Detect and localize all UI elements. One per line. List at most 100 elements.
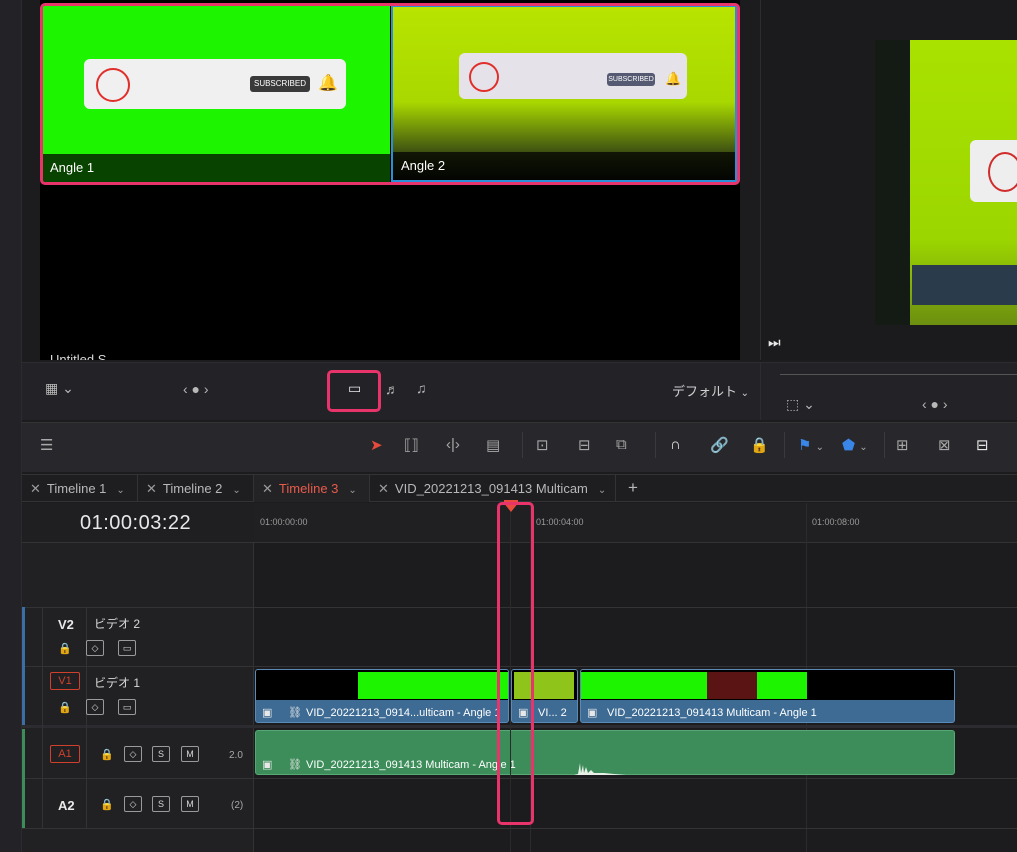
- chevron-down-icon[interactable]: ⌄: [116, 485, 124, 496]
- lock-icon[interactable]: 🔒: [100, 798, 114, 811]
- multicam-icon: ▣: [587, 707, 598, 719]
- clip-thumbnail: [358, 672, 508, 699]
- mute-button[interactable]: M: [181, 796, 199, 812]
- tab-label: Timeline 1: [46, 481, 107, 496]
- auto-select-icon[interactable]: ◇: [124, 796, 142, 812]
- transform-icon[interactable]: ⬚ ⌄: [786, 396, 815, 413]
- clip-thumbnail: [581, 672, 707, 699]
- angles-highlight: [40, 3, 740, 185]
- chevron-down-icon[interactable]: ⌄: [348, 485, 356, 496]
- video-mode-highlight: [327, 370, 381, 412]
- timeline-viewer-circle: [988, 152, 1017, 192]
- timeline-view-options-icon[interactable]: ☰: [40, 436, 53, 454]
- close-icon[interactable]: ✕: [262, 481, 273, 496]
- track-divider: [22, 828, 1017, 829]
- toolbar-separator: [884, 432, 885, 458]
- clip-thumbnails: [581, 670, 954, 700]
- timeline-viewer-frame-edge: [875, 40, 910, 325]
- flag-icon[interactable]: ⚑ ⌄: [798, 436, 824, 454]
- audio-track-color: [22, 729, 25, 828]
- clip-name: VID_20221213_091413 Multicam - Angle 1: [306, 759, 516, 771]
- close-icon[interactable]: ✕: [30, 481, 41, 496]
- playhead-highlight: [497, 502, 534, 825]
- dynamic-trim-icon[interactable]: ‹|›: [446, 436, 460, 453]
- close-icon[interactable]: ✕: [378, 481, 389, 496]
- toolbar-separator: [784, 432, 785, 458]
- audio-waveform: [574, 755, 626, 775]
- tab-multicam[interactable]: ✕ VID_20221213_091413 Multicam ⌄: [370, 475, 616, 502]
- tab-label: VID_20221213_091413 Multicam: [394, 481, 588, 496]
- position-lock-icon[interactable]: 🔒: [750, 436, 769, 454]
- tab-timeline-3[interactable]: ✕ Timeline 3 ⌄: [254, 475, 370, 502]
- audio-mode-icon[interactable]: ♫: [416, 380, 427, 396]
- mute-button[interactable]: M: [181, 746, 199, 762]
- replace-clip-icon[interactable]: ⧉: [616, 436, 627, 453]
- viewer-clip-name: Untitled S: [50, 352, 107, 360]
- snapping-icon[interactable]: ∩: [670, 436, 681, 453]
- solo-button[interactable]: S: [152, 796, 170, 812]
- ruler-tick-label: 01:00:08:00: [812, 517, 860, 527]
- clip-name: VID_20221213_091413 Multicam - Angle 1: [607, 707, 817, 719]
- timeline-ruler[interactable]: [254, 503, 1017, 543]
- zoom-custom-icon[interactable]: ⊟: [976, 436, 989, 454]
- add-tab-icon[interactable]: +: [628, 478, 638, 498]
- ruler-tick-label: 01:00:00:00: [260, 517, 308, 527]
- linked-selection-icon[interactable]: 🔗: [710, 436, 729, 454]
- tab-timeline-2[interactable]: ✕ Timeline 2 ⌄: [138, 475, 254, 502]
- track-a2-id: A2: [58, 798, 75, 813]
- edit-toolbar: [22, 422, 1017, 472]
- clip-thumbnails: [256, 670, 508, 700]
- video-clip[interactable]: ▣ VID_20221213_091413 Multicam - Angle 1: [580, 669, 955, 723]
- track-v1-id[interactable]: V1: [50, 672, 80, 690]
- multicam-icon: ▣: [262, 759, 273, 771]
- track-a1-id[interactable]: A1: [50, 745, 80, 763]
- chevron-down-icon[interactable]: ⌄: [598, 485, 606, 496]
- trim-tool-icon[interactable]: ⟦⟧: [404, 436, 419, 454]
- insert-clip-icon[interactable]: ⊡: [536, 436, 549, 454]
- auto-select-icon[interactable]: ◇: [86, 699, 104, 715]
- tab-timeline-1[interactable]: ✕ Timeline 1 ⌄: [22, 475, 138, 502]
- track-a2-level: (2): [231, 800, 244, 811]
- toolbar-separator: [655, 432, 656, 458]
- audio-preset-select[interactable]: デフォルト ⌄: [672, 381, 749, 400]
- lock-icon[interactable]: 🔒: [100, 748, 114, 761]
- timeline-page-dots-icon[interactable]: ‹ ● ›: [922, 396, 948, 412]
- audio-clip[interactable]: ▣ ⛓ VID_20221213_091413 Multicam - Angle…: [255, 730, 955, 775]
- clip-name: VI... 2: [538, 707, 567, 719]
- overwrite-clip-icon[interactable]: ⊟: [578, 436, 591, 454]
- video-audio-mode-icon[interactable]: ♬: [385, 381, 399, 397]
- track-v2-id: V2: [58, 617, 74, 632]
- waveform-graphic: [574, 763, 626, 775]
- chevron-down-icon[interactable]: ⌄: [232, 485, 240, 496]
- tab-label: Timeline 2: [162, 481, 223, 496]
- lock-icon[interactable]: 🔒: [58, 701, 72, 714]
- timeline-viewer-frame-bar: [912, 265, 1017, 305]
- track-v2-name[interactable]: ビデオ 2: [94, 615, 140, 632]
- link-icon: ⛓: [288, 759, 302, 771]
- blade-tool-icon[interactable]: ▤: [486, 436, 500, 454]
- track-enable-icon[interactable]: ▭: [118, 699, 136, 715]
- zoom-full-icon[interactable]: ⊞: [896, 436, 909, 454]
- clip-name: VID_20221213_0914...ulticam - Angle 1: [306, 707, 501, 719]
- auto-select-icon[interactable]: ◇: [124, 746, 142, 762]
- lock-icon[interactable]: 🔒: [58, 642, 72, 655]
- solo-button[interactable]: S: [152, 746, 170, 762]
- ruler-tick-label: 01:00:04:00: [536, 517, 584, 527]
- video-clip[interactable]: ▣ ⛓ VID_20221213_0914...ulticam - Angle …: [255, 669, 509, 723]
- timecode-display: 01:00:03:22: [80, 512, 192, 534]
- auto-select-icon[interactable]: ◇: [86, 640, 104, 656]
- selection-tool-icon[interactable]: ➤: [370, 436, 383, 454]
- audio-preset-label: デフォルト: [672, 384, 738, 399]
- clip-thumbnail: [757, 672, 807, 699]
- layout-icon[interactable]: ▦ ⌄: [45, 380, 74, 397]
- video-track-color: [22, 607, 25, 725]
- track-v1-name[interactable]: ビデオ 1: [94, 674, 140, 691]
- left-gutter: [0, 0, 22, 852]
- marker-icon[interactable]: ⬟ ⌄: [842, 436, 868, 454]
- play-to-end-icon[interactable]: ⏭: [768, 334, 781, 351]
- page-dots-icon[interactable]: ‹ ● ›: [183, 381, 209, 397]
- zoom-detail-icon[interactable]: ⊠: [938, 436, 951, 454]
- track-enable-icon[interactable]: ▭: [118, 640, 136, 656]
- timeline-viewer-scrubber[interactable]: [780, 374, 1017, 375]
- close-icon[interactable]: ✕: [146, 481, 157, 496]
